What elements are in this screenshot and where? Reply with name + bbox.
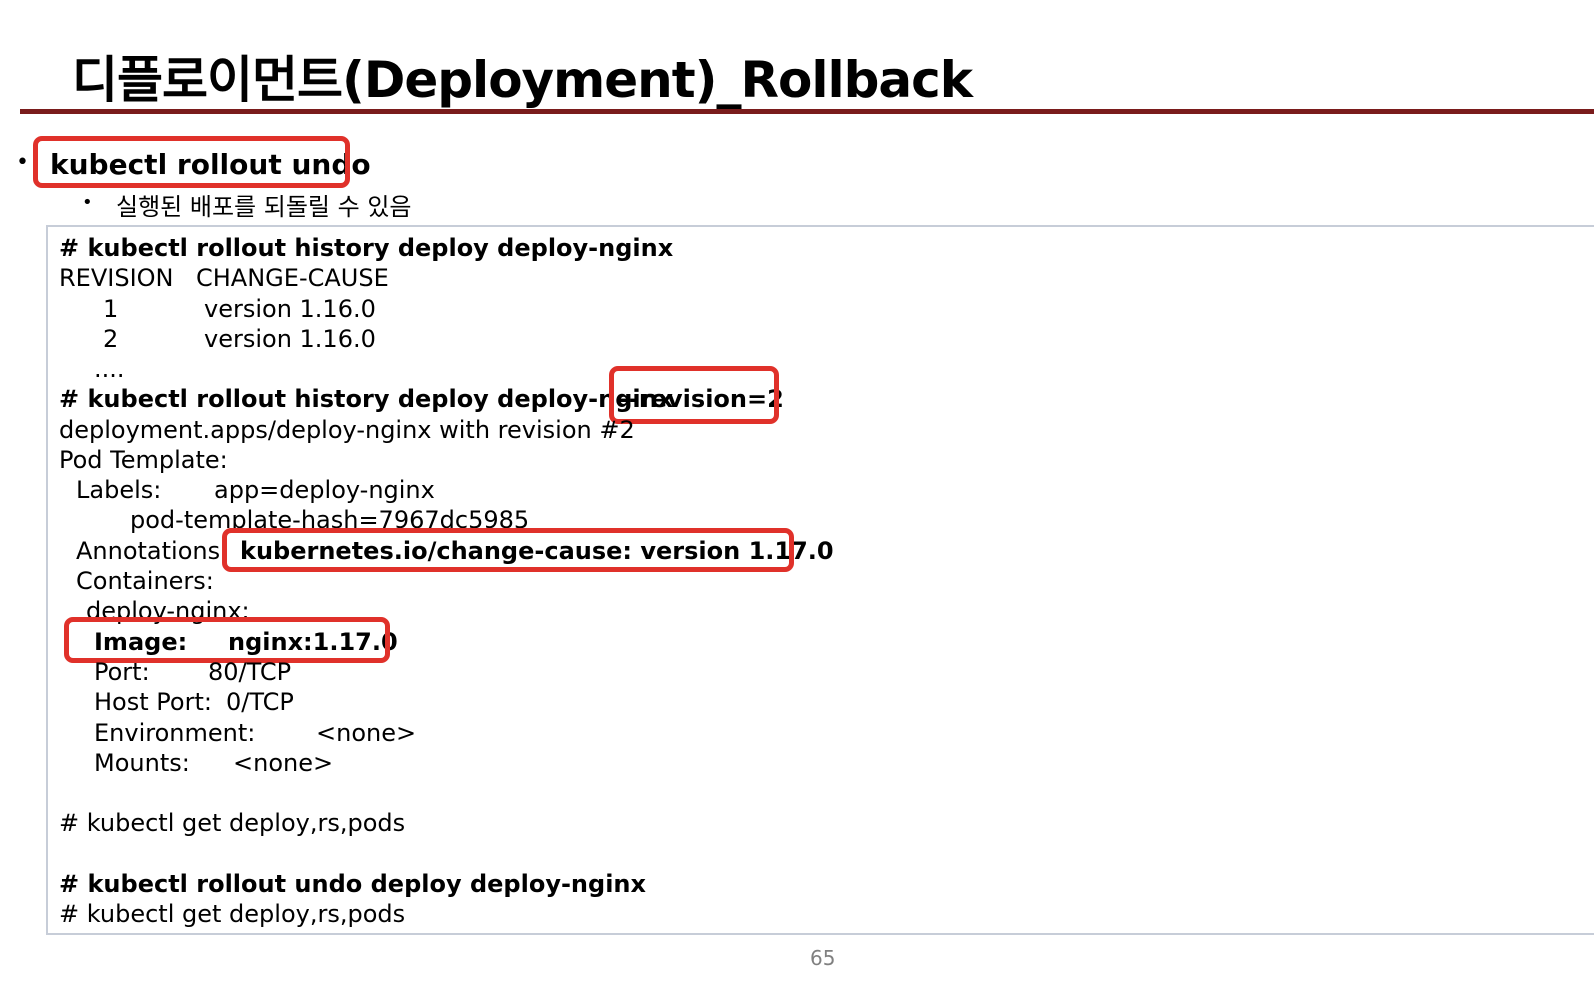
code-cmd-get-2: # kubectl get deploy,rs,pods (59, 900, 406, 928)
code-ellipsis: .... (94, 355, 125, 383)
code-port-key: Port: (94, 658, 150, 686)
code-host-port-key: Host Port: (94, 688, 212, 716)
code-port-val: 80/TCP (208, 658, 292, 686)
code-cmd-get-1: # kubectl get deploy,rs,pods (59, 809, 406, 837)
code-col-revision: REVISION (59, 264, 174, 292)
code-annotations-key: Annotations: (76, 537, 229, 565)
code-mounts-key: Mounts: (94, 749, 190, 777)
page-number: 65 (810, 946, 836, 970)
code-cmd-undo: # kubectl rollout undo deploy deploy-ngi… (59, 870, 646, 898)
code-mounts-val: <none> (233, 749, 334, 777)
code-cmd-history: # kubectl rollout history deploy deploy-… (59, 234, 674, 262)
code-row-revision: 2 (103, 325, 119, 353)
code-pod-template: Pod Template: (59, 446, 228, 474)
slide-title: 디플로이먼트(Deployment)_Rollback (72, 51, 973, 109)
heading-highlight-box (33, 136, 350, 188)
annotations-highlight-box (222, 528, 794, 572)
code-col-change-cause: CHANGE-CAUSE (196, 264, 389, 292)
code-labels-key: Labels: (76, 476, 162, 504)
code-row-cause: version 1.16.0 (204, 295, 376, 323)
slide-subtext: 실행된 배포를 되돌릴 수 있음 (116, 193, 412, 221)
code-containers: Containers: (76, 567, 214, 595)
code-cmd-history-rev: # kubectl rollout history deploy deploy-… (59, 385, 674, 413)
code-row-cause: version 1.16.0 (204, 325, 376, 353)
code-labels-val: app=deploy-nginx (214, 476, 435, 504)
code-deploy-with-rev: deployment.apps/deploy-nginx with revisi… (59, 416, 635, 444)
code-env-key: Environment: (94, 719, 256, 747)
bullet-dot: • (16, 150, 29, 175)
code-env-val: <none> (316, 719, 417, 747)
code-host-port-val: 0/TCP (226, 688, 294, 716)
sub-bullet-dot: • (82, 192, 93, 213)
title-divider (20, 109, 1594, 114)
code-row-revision: 1 (103, 295, 119, 323)
